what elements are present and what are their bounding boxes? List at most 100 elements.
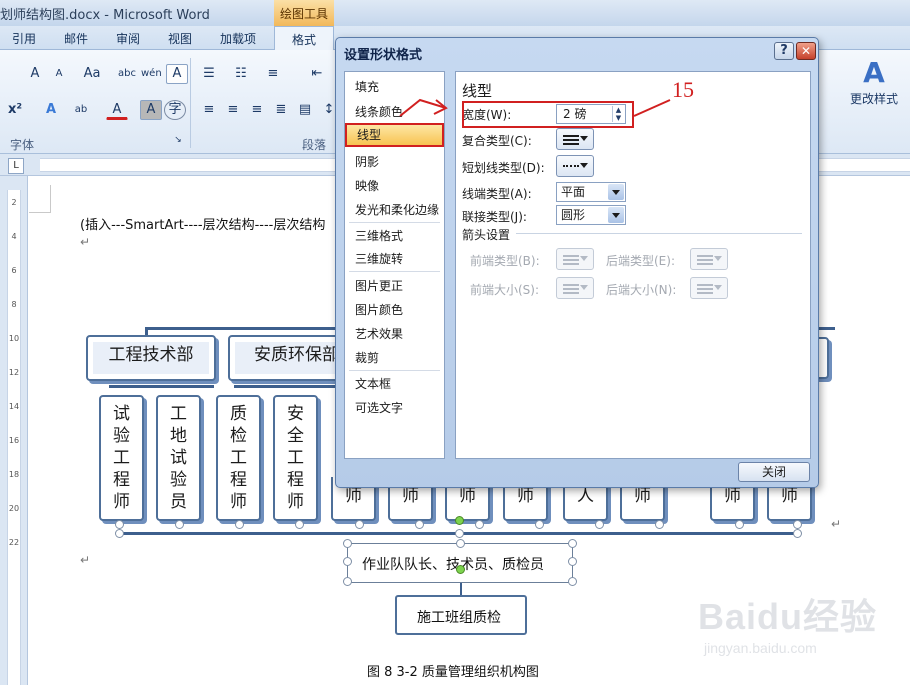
font-dialog-launcher-icon[interactable]: ↘	[172, 134, 184, 146]
text-effects-button[interactable]: A	[40, 100, 62, 120]
resize-handle[interactable]	[343, 539, 352, 548]
nav-item-glow-soft-edges[interactable]: 发光和柔化边缘	[345, 199, 444, 221]
group-box[interactable]: 施工班组质检	[395, 595, 527, 635]
resize-handle[interactable]	[343, 557, 352, 566]
tab-mailings[interactable]: 邮件	[64, 30, 88, 47]
org-box-department[interactable]: 安质环保部	[228, 335, 348, 381]
numbering-icon[interactable]: ☷	[230, 64, 252, 84]
nav-item-text-box[interactable]: 文本框	[345, 373, 444, 395]
org-box-role[interactable]: 质检工程师	[216, 395, 261, 521]
highlight-button[interactable]: ab	[70, 100, 92, 120]
org-box-label: 质检工程师	[230, 404, 247, 512]
change-case-button[interactable]: Aa	[78, 64, 106, 84]
resize-handle[interactable]	[735, 520, 744, 529]
nav-item-reflection[interactable]: 映像	[345, 175, 444, 197]
end-size-dropdown[interactable]	[690, 277, 728, 299]
help-button[interactable]: ?	[774, 42, 794, 60]
tab-view[interactable]: 视图	[168, 30, 192, 47]
character-border-button[interactable]: A	[166, 64, 188, 84]
tab-format[interactable]: 格式	[274, 26, 334, 50]
resize-handle[interactable]	[455, 529, 464, 538]
nav-item-3d-format[interactable]: 三维格式	[345, 225, 444, 247]
bullets-icon[interactable]: ☰	[198, 64, 220, 84]
nav-item-alt-text[interactable]: 可选文字	[345, 397, 444, 419]
resize-handle[interactable]	[115, 529, 124, 538]
change-styles-button[interactable]: A 更改样式	[846, 56, 902, 122]
close-button[interactable]: 关闭	[738, 462, 810, 482]
org-box-role[interactable]: 试验工程师	[99, 395, 144, 521]
font-color-button[interactable]: A	[106, 100, 128, 120]
compound-type-dropdown[interactable]	[556, 128, 594, 150]
chevron-down-icon[interactable]	[608, 207, 624, 223]
align-right-icon[interactable]: ≡	[246, 100, 268, 120]
vertical-ruler[interactable]: 2 4 6 8 10 12 14 16 18 20 22	[0, 176, 28, 685]
resize-handle[interactable]	[343, 577, 352, 586]
tab-addins[interactable]: 加载项	[220, 30, 256, 47]
resize-handle[interactable]	[568, 577, 577, 586]
nav-item-line-style[interactable]: 线型	[345, 123, 444, 147]
rotation-handle[interactable]	[455, 516, 464, 525]
resize-handle[interactable]	[235, 520, 244, 529]
resize-handle[interactable]	[355, 520, 364, 529]
phonetic-guide-button[interactable]: wén	[140, 64, 162, 84]
character-shading-button[interactable]: A	[140, 100, 162, 120]
join-type-select[interactable]: 圆形	[556, 205, 626, 225]
shrink-font-button[interactable]: A	[48, 64, 70, 84]
begin-type-dropdown[interactable]	[556, 248, 594, 270]
resize-handle[interactable]	[475, 520, 484, 529]
resize-handle[interactable]	[295, 520, 304, 529]
end-type-dropdown[interactable]	[690, 248, 728, 270]
nav-item-crop[interactable]: 裁剪	[345, 347, 444, 369]
decrease-indent-icon[interactable]: ⇤	[306, 64, 328, 84]
resize-handle[interactable]	[456, 539, 465, 548]
chevron-down-icon	[580, 256, 588, 261]
rotation-handle[interactable]	[456, 565, 465, 574]
clear-format-button[interactable]: abc	[116, 64, 138, 84]
org-box-role[interactable]: 工地试验员	[156, 395, 201, 521]
resize-handle[interactable]	[415, 520, 424, 529]
nav-item-shadow[interactable]: 阴影	[345, 151, 444, 173]
resize-handle[interactable]	[175, 520, 184, 529]
nav-item-picture-corrections[interactable]: 图片更正	[345, 275, 444, 297]
resize-handle[interactable]	[595, 520, 604, 529]
align-left-icon[interactable]: ≡	[198, 100, 220, 120]
resize-handle[interactable]	[793, 529, 802, 538]
align-center-icon[interactable]: ≡	[222, 100, 244, 120]
org-box-role[interactable]: 安全工程师	[273, 395, 318, 521]
tab-review[interactable]: 审阅	[116, 30, 140, 47]
dash-type-dropdown[interactable]	[556, 155, 594, 177]
width-highlight-annotation	[462, 101, 634, 128]
connector-line	[460, 583, 462, 595]
nav-item-picture-color[interactable]: 图片颜色	[345, 299, 444, 321]
figure-caption[interactable]: 图 8 3-2 质量管理组织机构图	[367, 661, 539, 680]
close-x-button[interactable]: ✕	[796, 42, 816, 60]
resize-handle[interactable]	[568, 539, 577, 548]
nav-item-3d-rotation[interactable]: 三维旋转	[345, 248, 444, 270]
org-box-department[interactable]: 工程技术部	[86, 335, 216, 381]
distributed-icon[interactable]: ▤	[294, 100, 316, 120]
grow-font-button[interactable]: A	[24, 64, 46, 84]
multilevel-list-icon[interactable]: ≡	[262, 64, 284, 84]
tab-references[interactable]: 引用	[12, 30, 36, 47]
resize-handle[interactable]	[655, 520, 664, 529]
begin-size-dropdown[interactable]	[556, 277, 594, 299]
chevron-down-icon[interactable]	[608, 184, 624, 200]
font-size-dropdown[interactable]	[2, 64, 18, 84]
cap-type-select[interactable]: 平面	[556, 182, 626, 202]
tab-selector-button[interactable]: L	[8, 158, 24, 174]
superscript-button[interactable]: x²	[4, 100, 26, 120]
intro-line[interactable]: (插入---SmartArt----层次结构----层次结构	[80, 214, 325, 233]
resize-handle[interactable]	[115, 520, 124, 529]
resize-handle[interactable]	[793, 520, 802, 529]
join-type-value: 圆形	[561, 208, 586, 222]
team-box[interactable]: 作业队队长、技术员、质检员	[347, 543, 573, 583]
nav-item-artistic-effects[interactable]: 艺术效果	[345, 323, 444, 345]
nav-item-line-color[interactable]: 线条颜色	[345, 101, 444, 123]
resize-handle[interactable]	[535, 520, 544, 529]
justify-icon[interactable]: ≣	[270, 100, 292, 120]
resize-handle[interactable]	[568, 557, 577, 566]
format-shape-dialog[interactable]: 设置形状格式 ? ✕ 填充 线条颜色 线型 阴影 映像 发光和柔化边缘 三维格式…	[335, 37, 819, 488]
enclose-characters-button[interactable]: 字	[164, 100, 186, 120]
org-box-label: 师	[402, 486, 419, 506]
nav-item-fill[interactable]: 填充	[345, 76, 444, 98]
